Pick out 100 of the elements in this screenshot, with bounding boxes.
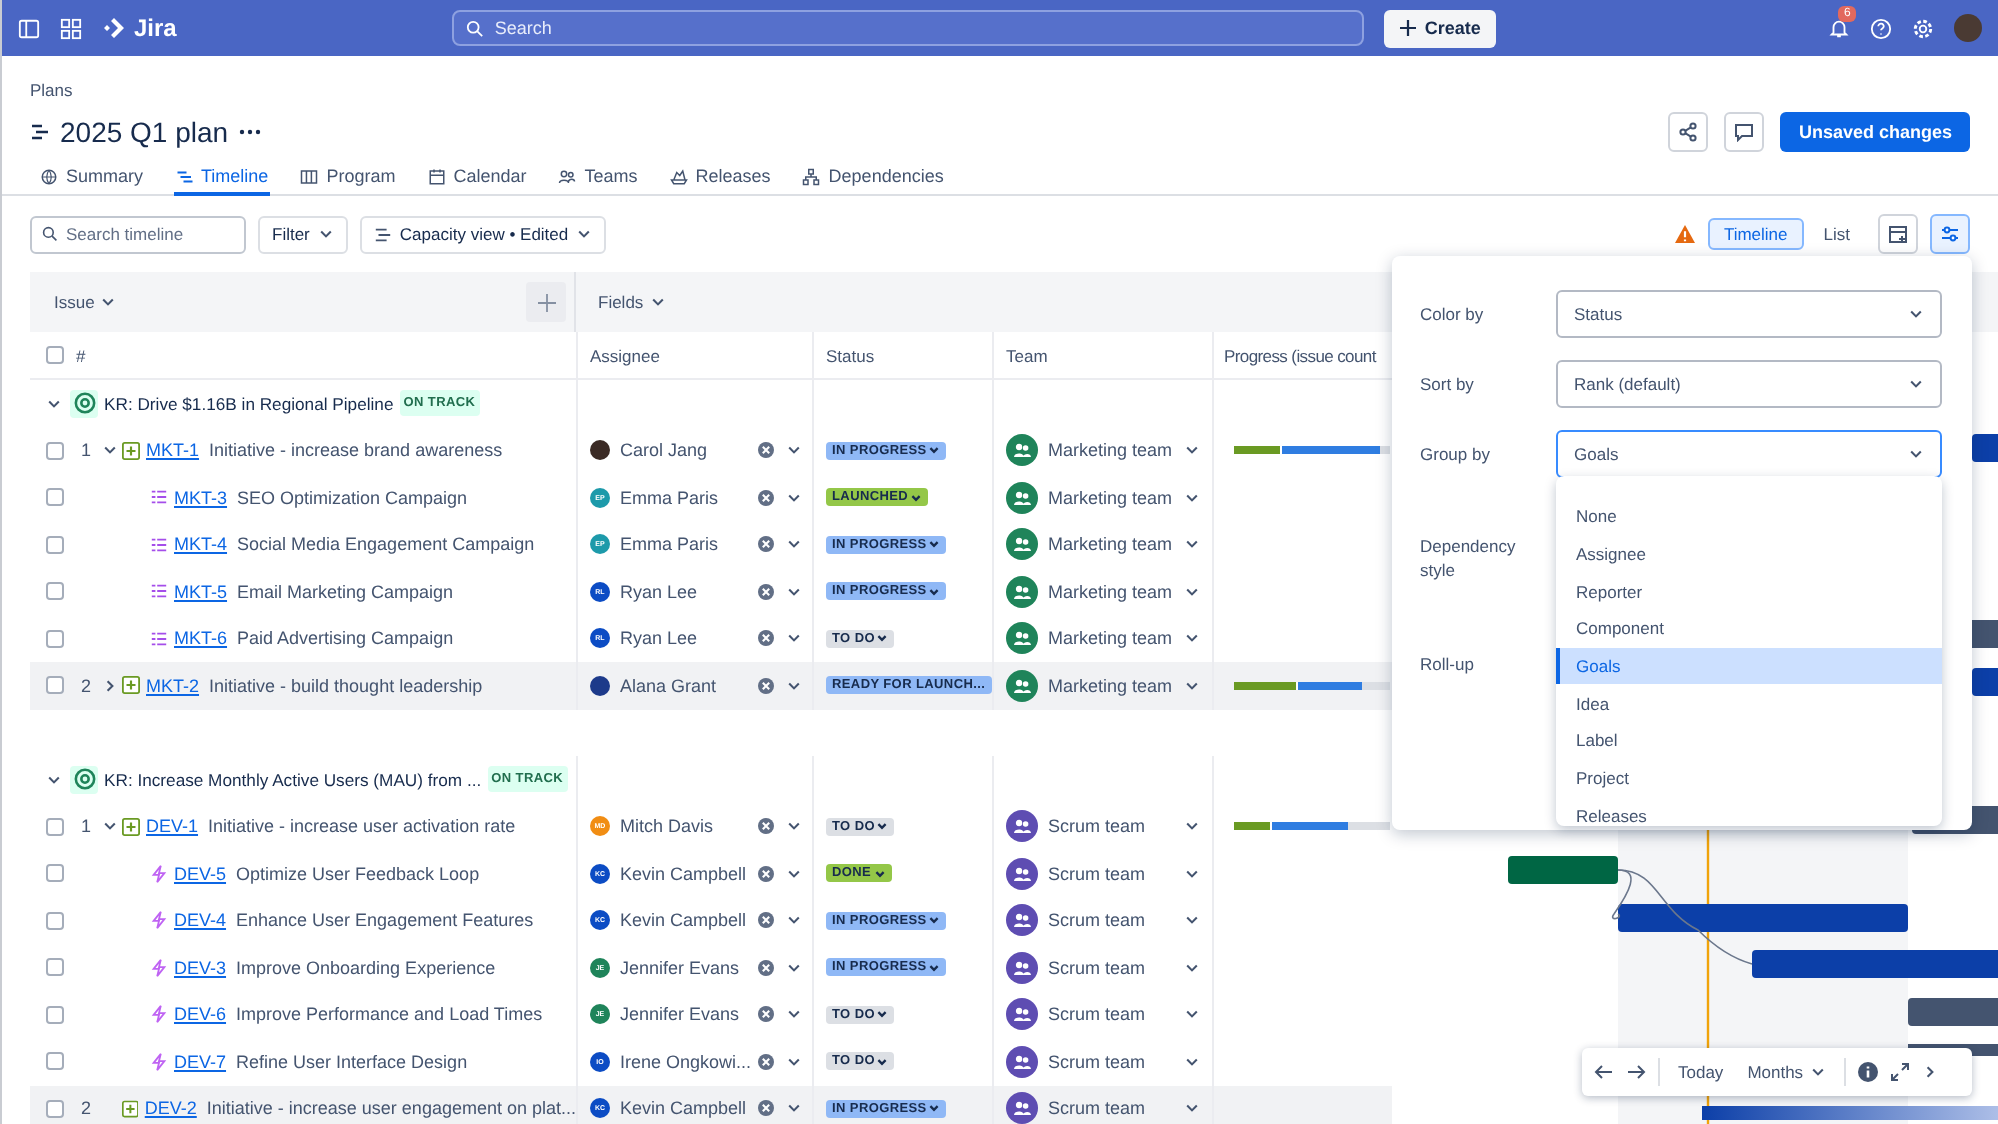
calendar-button[interactable] <box>1878 214 1918 254</box>
tab[interactable]: Program <box>298 160 398 196</box>
warning-icon[interactable] <box>1673 224 1696 244</box>
tab[interactable]: Calendar <box>425 160 529 196</box>
help-icon[interactable] <box>1870 17 1892 39</box>
clear-icon[interactable] <box>758 630 774 647</box>
clear-icon[interactable] <box>758 1100 774 1117</box>
checkbox[interactable] <box>46 629 64 648</box>
clear-icon[interactable] <box>758 677 774 694</box>
issue-key-link[interactable]: MKT-6 <box>174 628 228 649</box>
chevron-down-icon <box>786 489 802 506</box>
arrow-left-icon[interactable] <box>1594 1064 1614 1080</box>
tab[interactable]: Releases <box>667 160 773 196</box>
search-input[interactable]: Search <box>494 14 1351 42</box>
add-button[interactable] <box>526 282 566 322</box>
issue-key-link[interactable]: MKT-3 <box>174 487 228 508</box>
menu-option[interactable]: Goals <box>1556 647 1942 685</box>
issue-key-link[interactable]: MKT-2 <box>146 675 200 696</box>
gantt-bar[interactable] <box>1702 1106 1998 1120</box>
issue-key-link[interactable]: DEV-7 <box>174 1051 227 1072</box>
tab[interactable]: Teams <box>556 160 640 196</box>
clear-icon[interactable] <box>758 536 774 553</box>
arrow-right-icon[interactable] <box>1626 1064 1646 1080</box>
setting-select[interactable]: Rank (default) <box>1556 359 1942 407</box>
menu-option[interactable]: Label <box>1556 722 1942 760</box>
info-icon[interactable] <box>1857 1062 1878 1082</box>
menu-option[interactable]: None <box>1556 498 1942 536</box>
share-icon <box>1678 122 1699 142</box>
search-field[interactable]: Search <box>452 10 1365 46</box>
feedback-button[interactable] <box>1724 112 1765 152</box>
checkbox[interactable] <box>46 864 64 883</box>
checkbox[interactable] <box>46 535 64 554</box>
create-button[interactable]: Create <box>1384 9 1497 47</box>
today-button[interactable]: Today <box>1672 1062 1730 1082</box>
search-timeline-field[interactable]: Search timeline <box>30 215 246 253</box>
search-icon <box>466 19 485 37</box>
breadcrumb-link[interactable]: Plans <box>30 80 73 100</box>
sidebar-toggle-icon[interactable] <box>18 17 40 39</box>
menu-option[interactable]: Component <box>1556 610 1942 648</box>
fields-header[interactable]: Fields <box>598 292 666 312</box>
filter-dropdown[interactable]: Filter <box>258 215 348 253</box>
issue-key-link[interactable]: MKT-1 <box>146 440 200 461</box>
select-all-checkbox[interactable] <box>46 346 64 364</box>
issue-key-link[interactable]: DEV-5 <box>174 863 227 884</box>
tab[interactable]: Timeline <box>173 160 271 196</box>
team-name: Scrum team <box>1048 816 1146 837</box>
checkbox[interactable] <box>46 1052 64 1071</box>
checkbox[interactable] <box>46 817 64 836</box>
product-name[interactable]: Jira <box>134 14 177 42</box>
issue-key-link[interactable]: DEV-6 <box>174 1004 227 1025</box>
logo-icon[interactable] <box>102 16 126 40</box>
tab[interactable]: Dependencies <box>800 160 946 196</box>
clear-icon[interactable] <box>758 959 774 976</box>
issue-key-link[interactable]: MKT-5 <box>174 581 228 602</box>
clear-icon[interactable] <box>758 489 774 506</box>
clear-icon[interactable] <box>758 865 774 882</box>
view-dropdown[interactable]: Capacity view • Edited <box>359 215 607 253</box>
clear-icon[interactable] <box>758 1053 774 1070</box>
setting-select[interactable]: Status <box>1556 289 1942 337</box>
clear-icon[interactable] <box>758 442 774 459</box>
scale-dropdown[interactable]: Months <box>1741 1062 1832 1082</box>
clear-icon[interactable] <box>758 912 774 929</box>
setting-select[interactable]: Goals <box>1556 429 1942 477</box>
issue-key-link[interactable]: DEV-4 <box>174 910 227 931</box>
checkbox[interactable] <box>46 488 64 507</box>
app-grid-icon[interactable] <box>60 17 82 39</box>
menu-option[interactable]: Idea <box>1556 684 1942 723</box>
checkbox[interactable] <box>46 1099 64 1118</box>
share-button[interactable] <box>1668 112 1709 152</box>
checkbox[interactable] <box>46 582 64 601</box>
view-settings-button[interactable] <box>1930 214 1970 254</box>
expand-icon[interactable] <box>1889 1062 1910 1082</box>
issue-header[interactable]: Issue <box>54 292 117 312</box>
issue-key-link[interactable]: DEV-3 <box>174 957 227 978</box>
chevron-right-icon[interactable] <box>1921 1064 1938 1080</box>
chevron-right-icon[interactable] <box>102 677 118 694</box>
checkbox[interactable] <box>46 1005 64 1024</box>
menu-option[interactable]: Project <box>1556 759 1942 797</box>
notifications-icon[interactable] <box>1828 17 1850 39</box>
menu-option[interactable]: Releases <box>1556 797 1942 826</box>
tab[interactable]: Summary <box>38 160 146 196</box>
view-toggle[interactable]: Timeline <box>1707 218 1804 250</box>
plus-icon <box>537 293 555 311</box>
issue-key-link[interactable]: DEV-1 <box>146 816 199 837</box>
issue-key-link[interactable]: DEV-2 <box>144 1098 197 1119</box>
chevron-down-icon <box>1184 912 1200 929</box>
setting-label: Group by <box>1420 441 1492 465</box>
checkbox[interactable] <box>46 911 64 930</box>
checkbox[interactable] <box>46 676 64 695</box>
more-icon[interactable] <box>238 128 263 136</box>
settings-icon[interactable] <box>1912 17 1934 39</box>
menu-option[interactable]: Reporter <box>1556 572 1942 611</box>
checkbox[interactable] <box>46 958 64 977</box>
clear-icon[interactable] <box>758 583 774 600</box>
unsaved-changes-button[interactable]: Unsaved changes <box>1780 112 1970 152</box>
issue-key-link[interactable]: MKT-4 <box>174 534 228 555</box>
clear-icon[interactable] <box>758 1006 774 1023</box>
checkbox[interactable] <box>46 441 64 460</box>
clear-icon[interactable] <box>758 818 774 835</box>
menu-option[interactable]: Assignee <box>1556 535 1942 573</box>
